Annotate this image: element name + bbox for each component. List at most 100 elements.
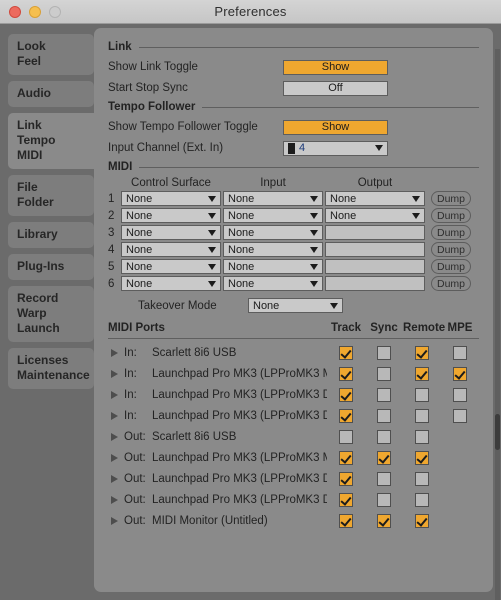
control-surface-dropdown[interactable]: None [121,208,221,223]
sidebar-item-plug-ins[interactable]: Plug-Ins [8,254,94,280]
track-checkbox[interactable] [339,513,353,528]
dump-button[interactable]: Dump [431,276,471,291]
show-tempo-follower-toggle-button[interactable]: Show [283,119,388,135]
midi-output-dropdown[interactable]: None [325,208,425,223]
sync-checkbox[interactable] [377,387,391,402]
midi-port-row: Out: Scarlett 8i6 USB [108,426,479,447]
sync-checkbox[interactable] [377,450,391,465]
mpe-checkbox[interactable] [453,345,467,360]
scrollbar-track[interactable] [495,49,500,600]
track-checkbox[interactable] [339,492,353,507]
close-window-button[interactable] [9,5,21,18]
track-checkbox[interactable] [339,429,353,444]
expand-triangle-icon[interactable] [111,516,118,525]
dump-button[interactable]: Dump [431,208,471,223]
remote-checkbox[interactable] [415,387,429,402]
control-surface-dropdown[interactable]: None [121,225,221,240]
remote-checkbox[interactable] [415,366,429,381]
sync-checkbox[interactable] [377,345,391,360]
start-stop-sync-toggle-button[interactable]: Off [283,80,388,96]
mpe-checkbox[interactable] [453,387,467,402]
track-checkbox[interactable] [339,408,353,423]
chevron-down-icon [208,280,216,287]
sidebar-item-link-tempo-midi[interactable]: Link Tempo MIDI [8,113,102,169]
midi-port-name: In: Launchpad Pro MK3 (LPProMK3 M [108,368,327,380]
expand-triangle-icon[interactable] [111,453,118,462]
control-surface-value: None [126,277,153,290]
sync-checkbox[interactable] [377,492,391,507]
remote-checkbox[interactable] [415,345,429,360]
mpe-checkbox[interactable] [453,366,467,381]
track-checkbox[interactable] [339,345,353,360]
row-input-channel: Input Channel (Ext. In) 4 [108,138,479,158]
sync-checkbox[interactable] [377,429,391,444]
midi-input-dropdown[interactable]: None [223,259,323,274]
control-surface-dropdown[interactable]: None [121,276,221,291]
sidebar-item-file-folder[interactable]: File Folder [8,175,94,216]
expand-triangle-icon[interactable] [111,411,118,420]
expand-triangle-icon[interactable] [111,474,118,483]
control-surface-dropdown[interactable]: None [121,242,221,257]
sidebar-item-audio[interactable]: Audio [8,81,94,107]
expand-triangle-icon[interactable] [111,495,118,504]
input-channel-dropdown[interactable]: 4 [283,140,388,156]
midi-port-row: Out: MIDI Monitor (Untitled) [108,510,479,531]
control-surface-dropdown[interactable]: None [121,259,221,274]
remote-checkbox[interactable] [415,450,429,465]
midi-port-row: Out: Launchpad Pro MK3 (LPProMK3 D [108,468,479,489]
expand-triangle-icon[interactable] [111,432,118,441]
dump-button[interactable]: Dump [431,259,471,274]
midi-ports-divider [108,338,479,339]
expand-triangle-icon[interactable] [111,390,118,399]
midi-input-dropdown[interactable]: None [223,276,323,291]
midi-input-dropdown[interactable]: None [223,191,323,206]
sync-checkbox[interactable] [377,366,391,381]
midi-input-dropdown[interactable]: None [223,225,323,240]
midi-input-dropdown[interactable]: None [223,242,323,257]
control-surface-dropdown[interactable]: None [121,191,221,206]
chevron-down-icon [375,145,383,151]
sync-checkbox[interactable] [377,513,391,528]
remote-checkbox[interactable] [415,471,429,486]
remote-checkbox[interactable] [415,429,429,444]
remote-checkbox[interactable] [415,492,429,507]
sync-checkbox[interactable] [377,471,391,486]
scrollbar-thumb[interactable] [495,414,500,450]
midi-ports-list: In: Scarlett 8i6 USB In: Launchpad Pro MK3 … [108,342,479,531]
midi-port-direction: Out: [124,451,146,464]
midi-output-value: None [330,192,357,205]
midi-port-row: Out: Launchpad Pro MK3 (LPProMK3 D [108,489,479,510]
dump-button[interactable]: Dump [431,242,471,257]
track-checkbox[interactable] [339,450,353,465]
track-checkbox[interactable] [339,366,353,381]
dump-button[interactable]: Dump [431,225,471,240]
mpe-checkbox[interactable] [453,408,467,423]
midi-input-dropdown[interactable]: None [223,208,323,223]
expand-triangle-icon[interactable] [111,369,118,378]
midi-output-dropdown[interactable]: None [325,191,425,206]
meter-icon [288,142,295,154]
sidebar-item-record-warp-launch[interactable]: Record Warp Launch [8,286,94,342]
sidebar-item-look-feel[interactable]: Look Feel [8,34,94,75]
sync-checkbox[interactable] [377,408,391,423]
section-header-link: Link [108,41,479,53]
dump-button[interactable]: Dump [431,191,471,206]
track-checkbox[interactable] [339,387,353,402]
track-checkbox[interactable] [339,471,353,486]
sidebar-item-licenses-maintenance[interactable]: Licenses Maintenance [8,348,94,389]
midi-port-label: Launchpad Pro MK3 (LPProMK3 M [152,367,327,380]
remote-checkbox[interactable] [415,408,429,423]
sidebar-item-label: Look [17,39,46,53]
midi-port-name: Out: Launchpad Pro MK3 (LPProMK3 D [108,473,327,485]
midi-port-label: Launchpad Pro MK3 (LPProMK3 D [152,409,327,422]
minimize-window-button[interactable] [29,5,41,18]
chevron-down-icon [208,195,216,202]
midi-port-row: In: Launchpad Pro MK3 (LPProMK3 M [108,363,479,384]
remote-checkbox[interactable] [415,513,429,528]
sync-checkbox-cell [365,366,403,381]
midi-input-value: None [228,277,255,290]
show-link-toggle-button[interactable]: Show [283,59,388,75]
takeover-mode-dropdown[interactable]: None [248,298,343,313]
expand-triangle-icon[interactable] [111,348,118,357]
sidebar-item-library[interactable]: Library [8,222,94,248]
